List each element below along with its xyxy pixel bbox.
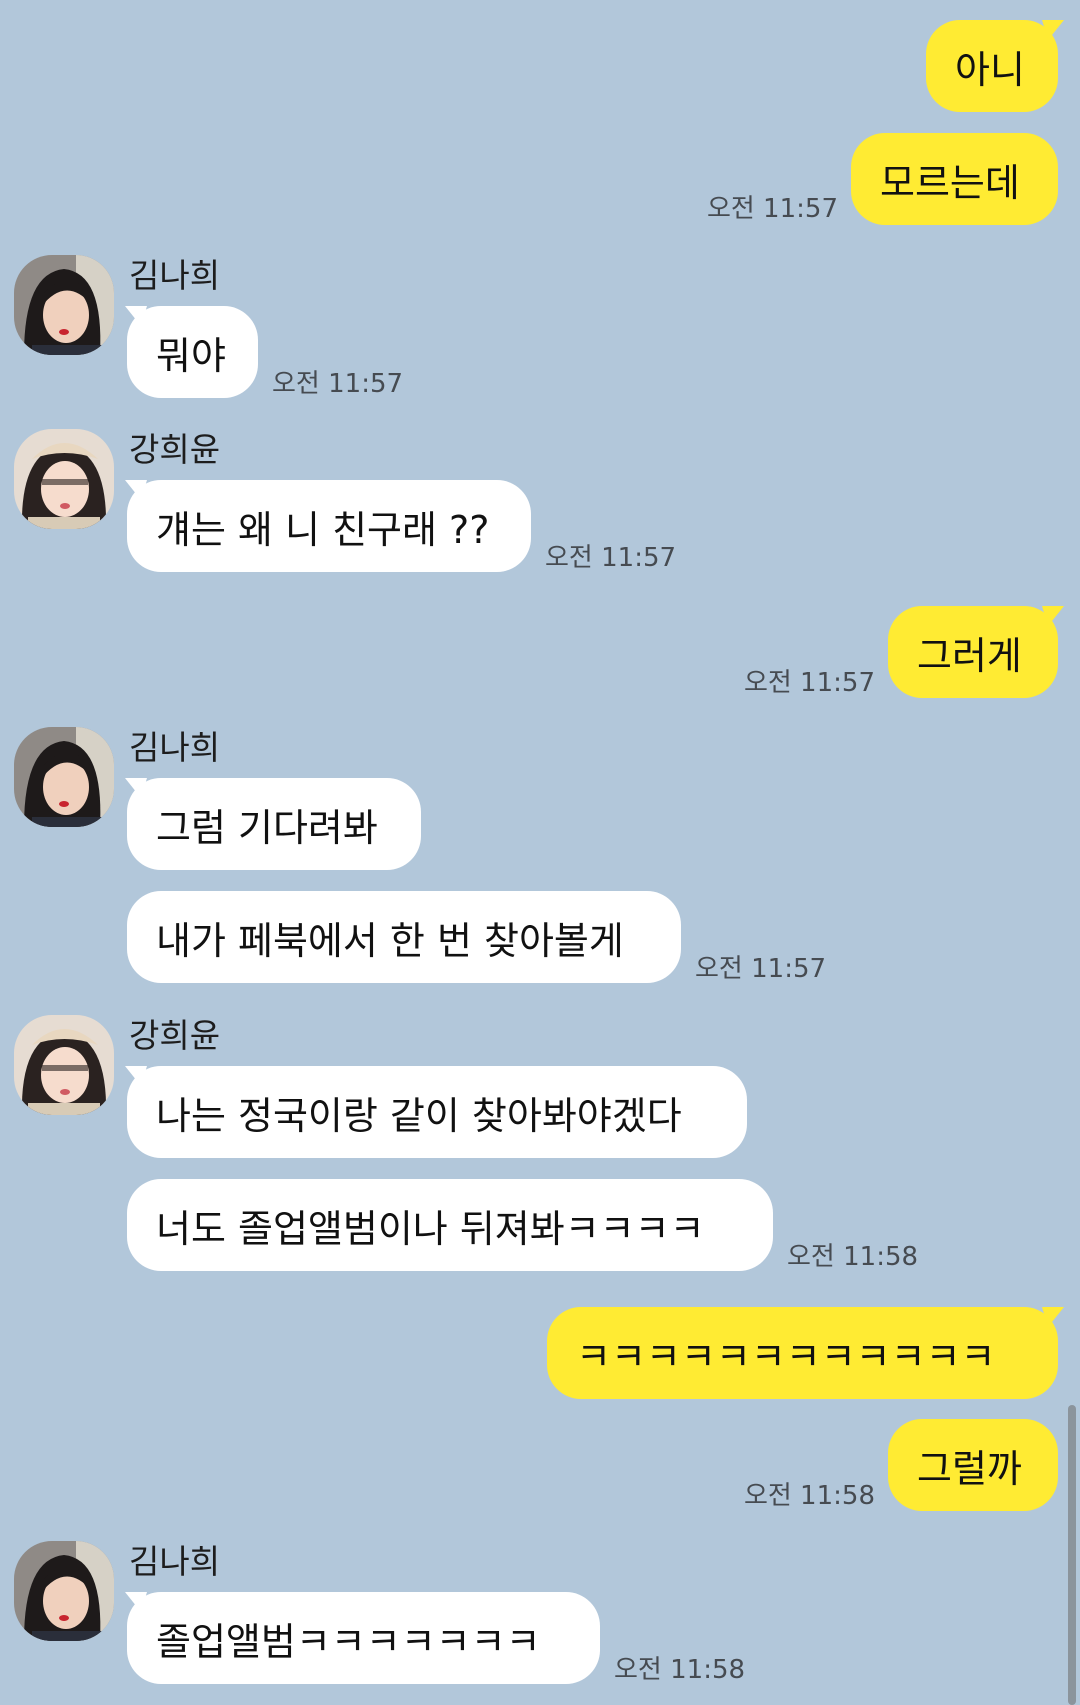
message-time: 오전 11:57 — [272, 369, 404, 399]
message-text: 뭐야 — [156, 333, 226, 378]
profile-avatar[interactable] — [14, 1015, 114, 1115]
message-text: 아니 — [955, 47, 1025, 92]
sender-name: 강희윤 — [129, 430, 221, 469]
profile-photo-icon — [14, 727, 114, 827]
sender-name: 김나희 — [129, 256, 221, 295]
sender-name: 강희윤 — [129, 1016, 221, 1055]
profile-avatar[interactable] — [14, 255, 114, 355]
bubble-tail — [1042, 1307, 1064, 1327]
message-time: 오전 11:57 — [545, 543, 677, 573]
message-text: 모르는데 — [880, 160, 1020, 205]
their-message-bubble[interactable]: 그럼 기다려봐 — [127, 778, 421, 870]
sender-name: 김나희 — [129, 1542, 221, 1581]
message-text: 나는 정국이랑 같이 찾아봐야겠다 — [156, 1093, 682, 1138]
profile-avatar[interactable] — [14, 1541, 114, 1641]
their-message-bubble[interactable]: 뭐야 — [127, 306, 258, 398]
message-time: 오전 11:58 — [743, 1481, 875, 1511]
message-text: 그럴까 — [917, 1446, 1022, 1491]
profile-avatar[interactable] — [14, 727, 114, 827]
profile-photo-icon — [14, 1015, 114, 1115]
profile-photo-icon — [14, 429, 114, 529]
my-message-bubble[interactable]: 아니 — [926, 20, 1058, 112]
message-text: 내가 페북에서 한 번 찾아볼게 — [156, 918, 624, 963]
profile-avatar[interactable] — [14, 429, 114, 529]
their-message-bubble[interactable]: 내가 페북에서 한 번 찾아볼게 — [127, 891, 681, 983]
scrollbar[interactable] — [1068, 1405, 1076, 1705]
message-time: 오전 11:58 — [787, 1242, 919, 1272]
bubble-tail — [1042, 606, 1064, 626]
message-time: 오전 11:58 — [614, 1655, 746, 1685]
their-message-bubble[interactable]: 졸업앨범ㅋㅋㅋㅋㅋㅋㅋ — [127, 1592, 600, 1684]
my-message-bubble[interactable]: 그럴까 — [888, 1419, 1058, 1511]
bubble-tail — [1042, 20, 1064, 40]
message-text: 그러게 — [917, 633, 1022, 678]
profile-photo-icon — [14, 255, 114, 355]
message-text: 졸업앨범ㅋㅋㅋㅋㅋㅋㅋ — [156, 1619, 541, 1664]
message-time: 오전 11:57 — [695, 954, 827, 984]
their-message-bubble[interactable]: 나는 정국이랑 같이 찾아봐야겠다 — [127, 1066, 747, 1158]
message-text: 그럼 기다려봐 — [156, 805, 378, 850]
profile-photo-icon — [14, 1541, 114, 1641]
sender-name: 김나희 — [129, 728, 221, 767]
my-message-bubble[interactable]: 그러게 — [888, 606, 1058, 698]
chat-message-list[interactable]: 아니 모르는데 오전 11:57 김나희 뭐야 오전 11:57 강희윤 걔는 … — [0, 0, 1080, 1705]
message-time: 오전 11:57 — [706, 194, 838, 224]
message-text: ㅋㅋㅋㅋㅋㅋㅋㅋㅋㅋㅋㅋ — [576, 1334, 996, 1379]
message-text: 걔는 왜 니 친구래 ?? — [156, 507, 490, 552]
message-time: 오전 11:57 — [743, 668, 875, 698]
their-message-bubble[interactable]: 걔는 왜 니 친구래 ?? — [127, 480, 531, 572]
my-message-bubble[interactable]: ㅋㅋㅋㅋㅋㅋㅋㅋㅋㅋㅋㅋ — [547, 1307, 1058, 1399]
my-message-bubble[interactable]: 모르는데 — [851, 133, 1058, 225]
message-text: 너도 졸업앨범이나 뒤져봐ㅋㅋㅋㅋ — [156, 1206, 705, 1251]
their-message-bubble[interactable]: 너도 졸업앨범이나 뒤져봐ㅋㅋㅋㅋ — [127, 1179, 773, 1271]
